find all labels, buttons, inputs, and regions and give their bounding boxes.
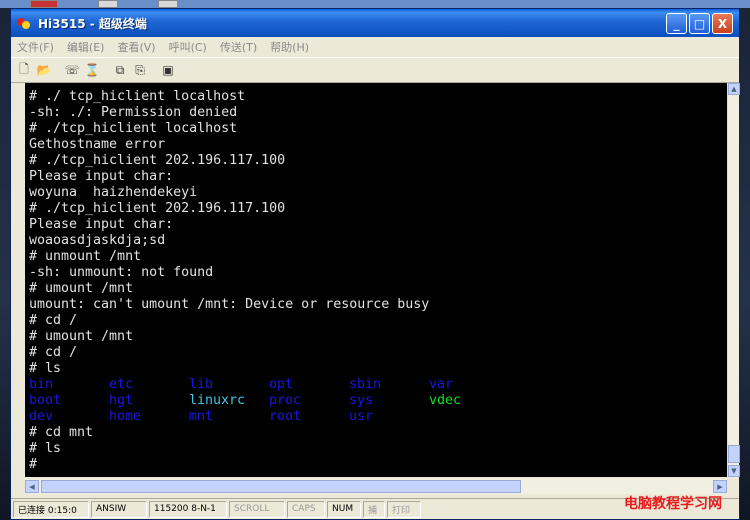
scroll-up-icon[interactable]: ▲ bbox=[728, 83, 740, 95]
open-icon[interactable]: 📂 bbox=[35, 61, 53, 79]
toolbar-separator bbox=[151, 61, 157, 79]
receive-icon[interactable]: ⎘ bbox=[131, 61, 149, 79]
terminal-line: Please input char: bbox=[29, 217, 174, 232]
menu-bar: 文件(F) 编辑(E) 查看(V) 呼叫(C) 传送(T) 帮助(H) bbox=[11, 37, 739, 57]
ls-output-row: boot hgt linuxrc proc sys vdec bbox=[29, 393, 727, 409]
hyperterminal-app-icon[interactable] bbox=[16, 15, 32, 31]
disconnect-icon[interactable]: ☏ bbox=[63, 61, 81, 79]
terminal-line: woaoasdjaskdja;sd bbox=[29, 233, 166, 248]
ls-entry: var bbox=[429, 377, 454, 392]
terminal-line: -sh: ./: Permission denied bbox=[29, 105, 238, 120]
terminal-line: Gethostname error bbox=[29, 137, 166, 152]
status-port-settings: 115200 8-N-1 bbox=[149, 500, 227, 518]
hyperterminal-window: Hi3515 - 超级终端 _ □ X 文件(F) 编辑(E) 查看(V) 呼叫… bbox=[10, 8, 740, 520]
menu-transfer[interactable]: 传送(T) bbox=[220, 39, 257, 55]
horizontal-scroll-thumb[interactable] bbox=[41, 480, 521, 493]
ls-entry: etc bbox=[109, 377, 134, 392]
toolbar-separator bbox=[103, 61, 109, 79]
terminal-line: # ./ tcp_hiclient localhost bbox=[29, 89, 246, 104]
send-icon[interactable]: ⧉ bbox=[111, 61, 129, 79]
ls-entry: sbin bbox=[349, 377, 382, 392]
menu-view[interactable]: 查看(V) bbox=[117, 39, 155, 55]
ls-entry: vdec bbox=[429, 393, 462, 408]
terminal-line: # umount /mnt bbox=[29, 329, 134, 344]
status-connection-time: 已连接 0:15:0 bbox=[13, 500, 89, 518]
desktop-icons bbox=[30, 0, 178, 8]
ls-entry: opt bbox=[269, 377, 294, 392]
scroll-down-icon[interactable]: ▼ bbox=[728, 465, 740, 477]
close-button[interactable]: X bbox=[712, 13, 733, 34]
dial-icon[interactable]: ⌛ bbox=[83, 61, 101, 79]
menu-call[interactable]: 呼叫(C) bbox=[169, 39, 207, 55]
terminal-line: # ./tcp_hiclient 202.196.117.100 bbox=[29, 153, 286, 168]
desktop-shortcut-icon[interactable] bbox=[158, 0, 178, 8]
ls-entry: proc bbox=[269, 393, 302, 408]
status-print: 打印 bbox=[387, 500, 421, 518]
terminal-line: woyuna haizhendekeyi bbox=[29, 185, 198, 200]
ls-output-row: dev home mnt root usr bbox=[29, 409, 727, 425]
terminal-line: # ls bbox=[29, 361, 62, 376]
scroll-left-icon[interactable]: ◀ bbox=[25, 480, 39, 493]
terminal-prompt: # bbox=[29, 457, 38, 472]
maximize-button[interactable]: □ bbox=[689, 13, 710, 34]
ls-entry: hgt bbox=[109, 393, 134, 408]
ls-entry: linuxrc bbox=[189, 393, 246, 408]
ls-entry: sys bbox=[349, 393, 374, 408]
terminal-line: umount: can't umount /mnt: Device or res… bbox=[29, 297, 430, 312]
ls-entry: home bbox=[109, 409, 142, 424]
terminal-line: # ls bbox=[29, 441, 62, 456]
watermark: 电脑教程学习网 bbox=[624, 496, 722, 512]
ls-entry: bin bbox=[29, 377, 54, 392]
terminal-line: # ./tcp_hiclient 202.196.117.100 bbox=[29, 201, 286, 216]
ls-entry: usr bbox=[349, 409, 374, 424]
ls-entry: dev bbox=[29, 409, 54, 424]
minimize-button[interactable]: _ bbox=[666, 13, 687, 34]
status-caps: CAPS bbox=[287, 500, 325, 518]
ls-entry: lib bbox=[189, 377, 214, 392]
terminal-line: # umount /mnt bbox=[29, 281, 134, 296]
menu-file[interactable]: 文件(F) bbox=[17, 39, 54, 55]
vertical-scroll-thumb[interactable] bbox=[728, 445, 740, 463]
scroll-right-icon[interactable]: ▶ bbox=[713, 480, 727, 493]
toolbar: 🗋 📂 ☏ ⌛ ⧉ ⎘ ▣ bbox=[11, 57, 739, 83]
terminal-line: # ./tcp_hiclient localhost bbox=[29, 121, 238, 136]
terminal-output[interactable]: # ./ tcp_hiclient localhost -sh: ./: Per… bbox=[25, 83, 727, 477]
horizontal-scrollbar[interactable]: ◀ ▶ bbox=[25, 479, 727, 494]
menu-edit[interactable]: 编辑(E) bbox=[67, 39, 105, 55]
terminal-line: # unmount /mnt bbox=[29, 249, 142, 264]
toolbar-separator bbox=[55, 61, 61, 79]
title-bar[interactable]: Hi3515 - 超级终端 _ □ X bbox=[11, 9, 739, 37]
vertical-scrollbar[interactable]: ▲ ▼ bbox=[727, 83, 740, 477]
status-num: NUM bbox=[327, 500, 361, 518]
status-emulation: ANSIW bbox=[91, 500, 147, 518]
new-icon[interactable]: 🗋 bbox=[15, 61, 33, 79]
ls-entry: mnt bbox=[189, 409, 214, 424]
terminal-line: Please input char: bbox=[29, 169, 174, 184]
status-scroll: SCROLL bbox=[229, 500, 285, 518]
terminal-line: # cd / bbox=[29, 345, 78, 360]
desktop-shortcut-icon[interactable] bbox=[30, 0, 58, 8]
ls-entry: root bbox=[269, 409, 302, 424]
properties-icon[interactable]: ▣ bbox=[159, 61, 177, 79]
desktop-shortcut-icon[interactable] bbox=[98, 0, 118, 8]
ls-output-row: bin etc lib opt sbin var bbox=[29, 377, 727, 393]
status-capture: 捕 bbox=[363, 500, 385, 518]
ls-entry: boot bbox=[29, 393, 62, 408]
terminal-line: # cd / bbox=[29, 313, 78, 328]
terminal-line: -sh: unmount: not found bbox=[29, 265, 214, 280]
window-title: Hi3515 - 超级终端 bbox=[38, 16, 147, 31]
terminal-line: # cd mnt bbox=[29, 425, 94, 440]
menu-help[interactable]: 帮助(H) bbox=[270, 39, 309, 55]
